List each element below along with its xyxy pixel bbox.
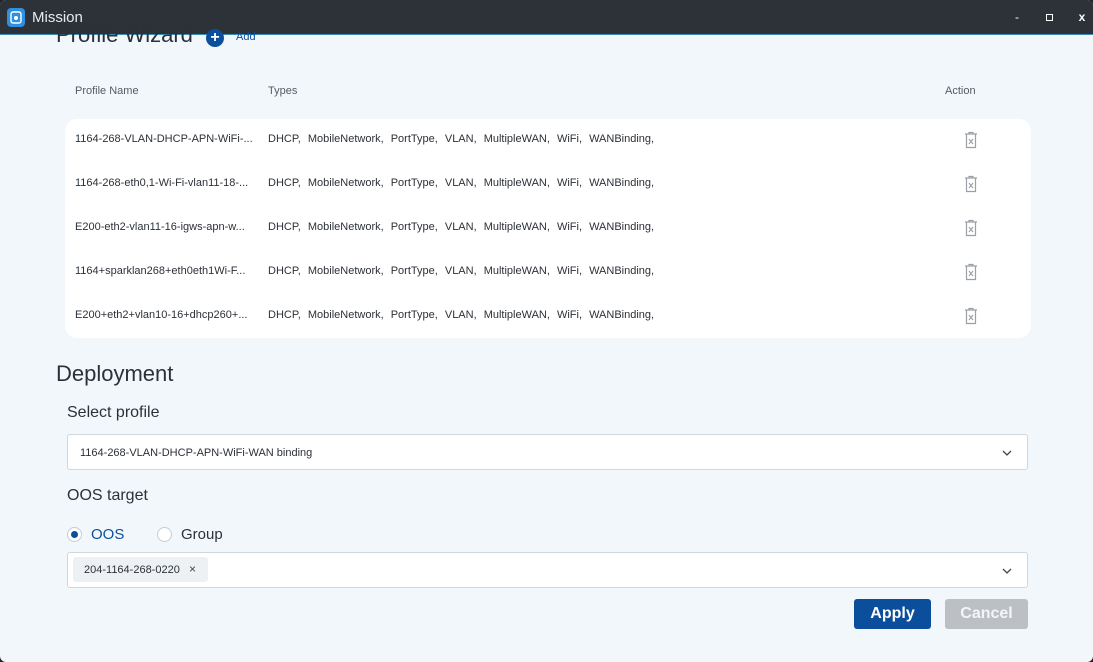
profile-types-cell: DHCP, MobileNetwork, PortType, VLAN, Mul… [268,177,655,189]
radio-group[interactable] [157,527,172,542]
chip-label: 204-1164-268-0220 [84,564,180,576]
radio-group-label[interactable]: Group [181,526,223,543]
profile-name-cell: E200+eth2+vlan10-16+dhcp260+... [75,309,248,321]
delete-icon[interactable] [963,219,979,237]
profile-select[interactable]: 1164-268-VLAN-DHCP-APN-WiFi-WAN binding [67,434,1028,470]
close-button[interactable]: x [1071,6,1093,28]
profile-types-cell: DHCP, MobileNetwork, PortType, VLAN, Mul… [268,133,655,145]
profile-types-cell: DHCP, MobileNetwork, PortType, VLAN, Mul… [268,221,655,233]
column-header-action: Action [945,85,976,97]
profile-name-cell: 1164-268-VLAN-DHCP-APN-WiFi-... [75,133,253,145]
maximize-icon [1045,14,1053,21]
profile-wizard-heading: Profile Wizard [56,22,193,47]
remove-chip-icon[interactable]: × [189,562,196,576]
selected-oos-chip: 204-1164-268-0220 × [73,557,208,582]
chevron-down-icon [1002,450,1012,456]
table-row[interactable]: E200-eth2-vlan11-16-igws-apn-w... DHCP, … [65,207,1031,251]
radio-oos-label[interactable]: OOS [91,526,124,543]
radio-oos[interactable] [67,527,82,542]
add-profile-link[interactable]: Add [236,31,256,43]
delete-icon[interactable] [963,175,979,193]
add-profile-icon[interactable]: + [206,29,224,47]
app-icon [7,8,25,27]
table-row[interactable]: 1164-268-VLAN-DHCP-APN-WiFi-... DHCP, Mo… [65,119,1031,163]
table-row[interactable]: E200+eth2+vlan10-16+dhcp260+... DHCP, Mo… [65,295,1031,339]
mission-window: Mission - x Profile Wizard + Add Profile… [0,0,1093,662]
column-header-types: Types [268,85,298,97]
delete-icon[interactable] [963,131,979,149]
profile-select-value: 1164-268-VLAN-DHCP-APN-WiFi-WAN binding [80,447,313,459]
profile-name-cell: 1164-268-eth0,1-Wi-Fi-vlan11-18-... [75,177,249,189]
cancel-button[interactable]: Cancel [945,599,1028,629]
delete-icon[interactable] [963,307,979,325]
table-row[interactable]: 1164-268-eth0,1-Wi-Fi-vlan11-18-... DHCP… [65,163,1031,207]
profile-name-cell: 1164+sparklan268+eth0eth1Wi-F... [75,265,246,277]
delete-icon[interactable] [963,263,979,281]
select-profile-label: Select profile [67,404,160,421]
profile-types-cell: DHCP, MobileNetwork, PortType, VLAN, Mul… [268,265,655,277]
oos-target-label: OOS target [67,487,148,504]
chevron-down-icon [1002,568,1012,574]
table-row[interactable]: 1164+sparklan268+eth0eth1Wi-F... DHCP, M… [65,251,1031,295]
oos-target-select[interactable] [67,552,1028,588]
profile-types-cell: DHCP, MobileNetwork, PortType, VLAN, Mul… [268,309,655,321]
maximize-button[interactable] [1038,6,1060,28]
column-header-profile-name: Profile Name [75,85,139,97]
apply-button[interactable]: Apply [854,599,931,629]
profile-name-cell: E200-eth2-vlan11-16-igws-apn-w... [75,221,245,233]
minimize-button[interactable]: - [1006,6,1028,28]
profile-table: 1164-268-VLAN-DHCP-APN-WiFi-... DHCP, Mo… [65,119,1031,338]
deployment-heading: Deployment [56,361,174,386]
